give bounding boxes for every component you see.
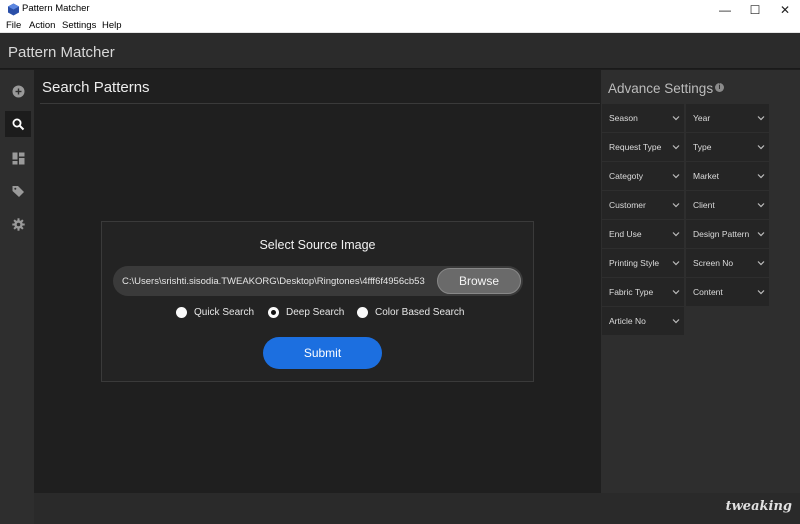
watermark-logo: tweaking	[725, 499, 792, 514]
radio-label: Color Based Search	[375, 307, 465, 318]
dropdown-type[interactable]: Type	[686, 133, 769, 161]
dropdown-label: Customer	[609, 200, 646, 210]
radio-label: Quick Search	[194, 307, 255, 318]
nav-add[interactable]	[5, 78, 31, 104]
chevron-down-icon	[672, 116, 680, 121]
dropdown-label: Categoty	[609, 171, 644, 181]
dropdown-printing-style[interactable]: Printing Style	[602, 249, 684, 277]
dropdown-label: Screen No	[693, 258, 734, 268]
chevron-down-icon	[757, 174, 765, 179]
menu-help[interactable]: Help	[102, 20, 122, 31]
dropdown-label: Design Pattern	[693, 229, 750, 239]
chevron-down-icon	[757, 261, 765, 266]
radio-button-checked[interactable]	[268, 307, 279, 318]
dropdown-market[interactable]: Market	[686, 162, 769, 190]
dropdown-label: Client	[693, 200, 715, 210]
radio-quick-search[interactable]: Quick Search	[176, 307, 254, 318]
advance-settings-panel: Advance Settings i Season Request Type C…	[601, 70, 800, 493]
chevron-down-icon	[672, 319, 680, 324]
radio-button[interactable]	[176, 307, 187, 318]
status-bar: tweaking	[34, 493, 800, 524]
heading-divider	[40, 103, 600, 104]
browse-button[interactable]: Browse	[437, 268, 521, 294]
add-circle-icon	[12, 85, 24, 97]
dropdown-request-type[interactable]: Request Type	[602, 133, 684, 161]
nav-settings[interactable]	[5, 211, 31, 237]
dropdown-label: End Use	[609, 229, 642, 239]
search-mode-group: Quick Search Deep Search Color Based Sea…	[102, 307, 533, 325]
chevron-down-icon	[757, 232, 765, 237]
dropdown-label: Printing Style	[609, 258, 660, 268]
dropdown-label: Request Type	[609, 142, 662, 152]
nav-tags[interactable]	[5, 178, 31, 204]
dropdown-customer[interactable]: Customer	[602, 191, 684, 219]
dropdown-label: Fabric Type	[609, 287, 654, 297]
dropdown-client[interactable]: Client	[686, 191, 769, 219]
radio-color-search[interactable]: Color Based Search	[357, 307, 465, 318]
tag-icon	[12, 185, 24, 197]
chevron-down-icon	[672, 145, 680, 150]
menu-file[interactable]: File	[6, 20, 21, 31]
info-icon[interactable]: i	[715, 83, 724, 92]
chevron-down-icon	[757, 116, 765, 121]
nav-dashboard[interactable]	[5, 145, 31, 171]
left-nav	[0, 70, 34, 524]
path-bar: Browse	[113, 266, 523, 296]
dropdown-year[interactable]: Year	[686, 104, 769, 132]
chevron-down-icon	[672, 232, 680, 237]
dropdown-label: Year	[693, 113, 711, 123]
window-title: Pattern Matcher	[22, 3, 90, 14]
dropdown-design-pattern[interactable]: Design Pattern	[686, 220, 769, 248]
main-content: Search Patterns Select Source Image Brow…	[34, 70, 601, 493]
submit-button[interactable]: Submit	[263, 337, 382, 369]
dropdown-screen-no[interactable]: Screen No	[686, 249, 769, 277]
dropdown-label: Type	[693, 142, 712, 152]
chevron-down-icon	[672, 261, 680, 266]
radio-label: Deep Search	[286, 307, 345, 318]
chevron-down-icon	[672, 203, 680, 208]
dropdown-label: Content	[693, 287, 723, 297]
nav-search[interactable]	[5, 111, 31, 137]
app-header: Pattern Matcher	[0, 33, 800, 69]
close-button[interactable]: ✕	[770, 0, 800, 19]
radio-button[interactable]	[357, 307, 368, 318]
app-title: Pattern Matcher	[8, 44, 115, 61]
image-path-input[interactable]	[122, 273, 442, 289]
maximize-button[interactable]: ☐	[740, 0, 770, 19]
chevron-down-icon	[757, 145, 765, 150]
source-image-card: Select Source Image Browse Quick Search …	[101, 221, 534, 382]
window-titlebar: Pattern Matcher — ☐ ✕	[0, 0, 800, 19]
chevron-down-icon	[672, 174, 680, 179]
dropdown-article-no[interactable]: Article No	[602, 307, 684, 335]
dropdown-category[interactable]: Categoty	[602, 162, 684, 190]
settings-title: Advance Settings	[608, 81, 714, 96]
minimize-button[interactable]: —	[710, 0, 740, 19]
card-title: Select Source Image	[259, 238, 376, 252]
gear-icon	[11, 217, 25, 231]
dropdown-label: Market	[693, 171, 719, 181]
chevron-down-icon	[757, 203, 765, 208]
menu-action[interactable]: Action	[29, 20, 55, 31]
menu-settings[interactable]: Settings	[62, 20, 96, 31]
chevron-down-icon	[757, 290, 765, 295]
menu-bar: File Action Settings Help	[0, 19, 800, 33]
app-logo-icon	[8, 3, 19, 16]
search-icon	[12, 118, 24, 130]
dropdown-content[interactable]: Content	[686, 278, 769, 306]
dropdown-end-use[interactable]: End Use	[602, 220, 684, 248]
dashboard-icon	[12, 152, 24, 164]
dropdown-label: Article No	[609, 316, 646, 326]
radio-deep-search[interactable]: Deep Search	[268, 307, 344, 318]
chevron-down-icon	[672, 290, 680, 295]
dropdown-season[interactable]: Season	[602, 104, 684, 132]
page-title: Search Patterns	[42, 79, 150, 96]
dropdown-label: Season	[609, 113, 638, 123]
dropdown-fabric-type[interactable]: Fabric Type	[602, 278, 684, 306]
